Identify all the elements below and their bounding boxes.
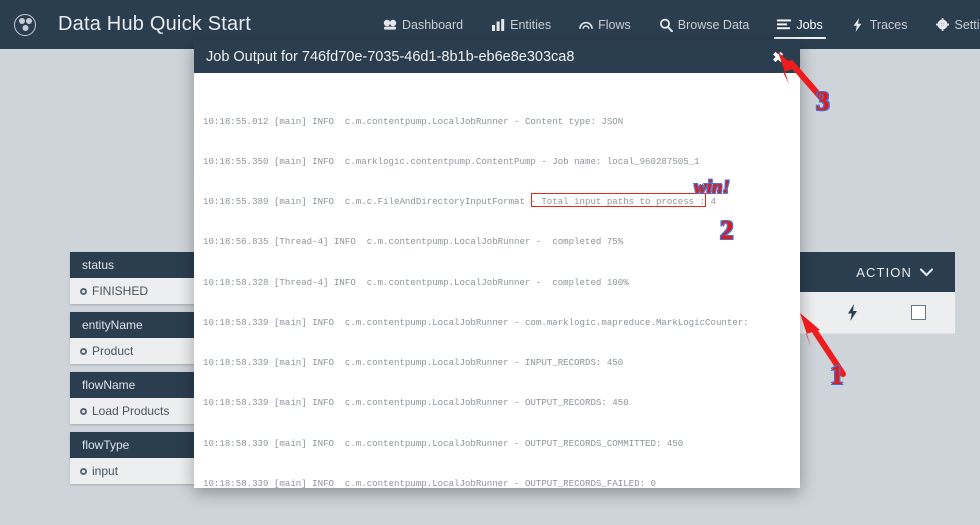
- action-header-label: ACTION: [856, 264, 912, 280]
- action-column-header[interactable]: ACTION: [856, 265, 933, 280]
- arch-flow-icon: [579, 18, 593, 32]
- bar-chart-icon: [491, 18, 505, 32]
- log-line: 10:18:55.350 [main] INFO c.marklogic.con…: [203, 156, 700, 168]
- dashboard-icon: [383, 18, 397, 32]
- nav-item-settings[interactable]: Settings: [922, 0, 980, 49]
- circle-plus-icon: [80, 347, 87, 355]
- nav-label: Dashboard: [401, 17, 464, 32]
- facet-option-label: input: [80, 464, 118, 478]
- bolt-icon: [851, 17, 865, 32]
- log-line: 10:18:58.339 [main] INFO c.m.contentpump…: [203, 316, 749, 328]
- facet-value: Product: [92, 344, 134, 358]
- brand[interactable]: Data Hub Quick Start: [0, 13, 251, 36]
- facet-value: input: [92, 464, 119, 478]
- search-icon: [659, 18, 673, 32]
- facet-option-label: Load Products: [80, 404, 169, 418]
- log-line: 10:18:58.339 [main] INFO c.m.contentpump…: [203, 437, 684, 449]
- modal-header: Job Output for 746fd70e-7035-46d1-8b1b-e…: [194, 40, 800, 73]
- chevron-down-icon: [920, 267, 933, 276]
- log-line: 10:18:58.339 [main] INFO c.m.contentpump…: [203, 397, 629, 409]
- nav-label: Browse Data: [677, 17, 750, 32]
- log-line: 10:18:58.339 [main] INFO c.m.contentpump…: [203, 357, 624, 369]
- job-output-modal: Job Output for 746fd70e-7035-46d1-8b1b-e…: [194, 40, 800, 488]
- cell-trace: [823, 304, 881, 321]
- checkbox-unchecked-icon[interactable]: [910, 305, 926, 320]
- close-icon[interactable]: ✖: [769, 48, 787, 66]
- nav-item-traces[interactable]: Traces: [837, 0, 922, 49]
- log-line: 10:18:56.835 [Thread-4] INFO c.m.content…: [203, 236, 624, 248]
- nav-label: Entities: [510, 17, 552, 32]
- circle-plus-icon: [80, 407, 87, 415]
- nav-label: Traces: [869, 17, 908, 32]
- circle-plus-icon: [80, 287, 87, 295]
- facet-value: Load Products: [92, 404, 170, 418]
- bolt-icon[interactable]: [847, 304, 858, 321]
- modal-body: 10:18:55.012 [main] INFO c.m.contentpump…: [194, 73, 800, 488]
- facet-option-label: FINISHED: [80, 284, 148, 298]
- facet-option-label: Product: [80, 344, 133, 358]
- modal-title: Job Output for 746fd70e-7035-46d1-8b1b-e…: [206, 48, 575, 65]
- circle-plus-icon: [80, 467, 87, 475]
- marklogic-circle-logo-icon: [14, 13, 36, 36]
- page-title: Data Hub Quick Start: [58, 13, 251, 35]
- log-line: 10:18:55.012 [main] INFO c.m.contentpump…: [203, 115, 624, 127]
- nav-label: Jobs: [796, 17, 823, 32]
- cell-select: [881, 305, 955, 320]
- job-log-output: 10:18:55.012 [main] INFO c.m.contentpump…: [203, 88, 790, 488]
- log-line: 10:18:55.389 [main] INFO c.m.c.FileAndDi…: [203, 196, 716, 208]
- list-icon: [777, 18, 792, 32]
- nav-label: Settings: [954, 17, 980, 32]
- log-line: 10:18:58.339 [main] INFO c.m.contentpump…: [203, 477, 656, 488]
- nav-label: Flows: [598, 17, 631, 32]
- gear-icon: [936, 18, 950, 32]
- facet-value: FINISHED: [92, 284, 149, 298]
- log-line: 10:18:58.328 [Thread-4] INFO c.m.content…: [203, 276, 629, 288]
